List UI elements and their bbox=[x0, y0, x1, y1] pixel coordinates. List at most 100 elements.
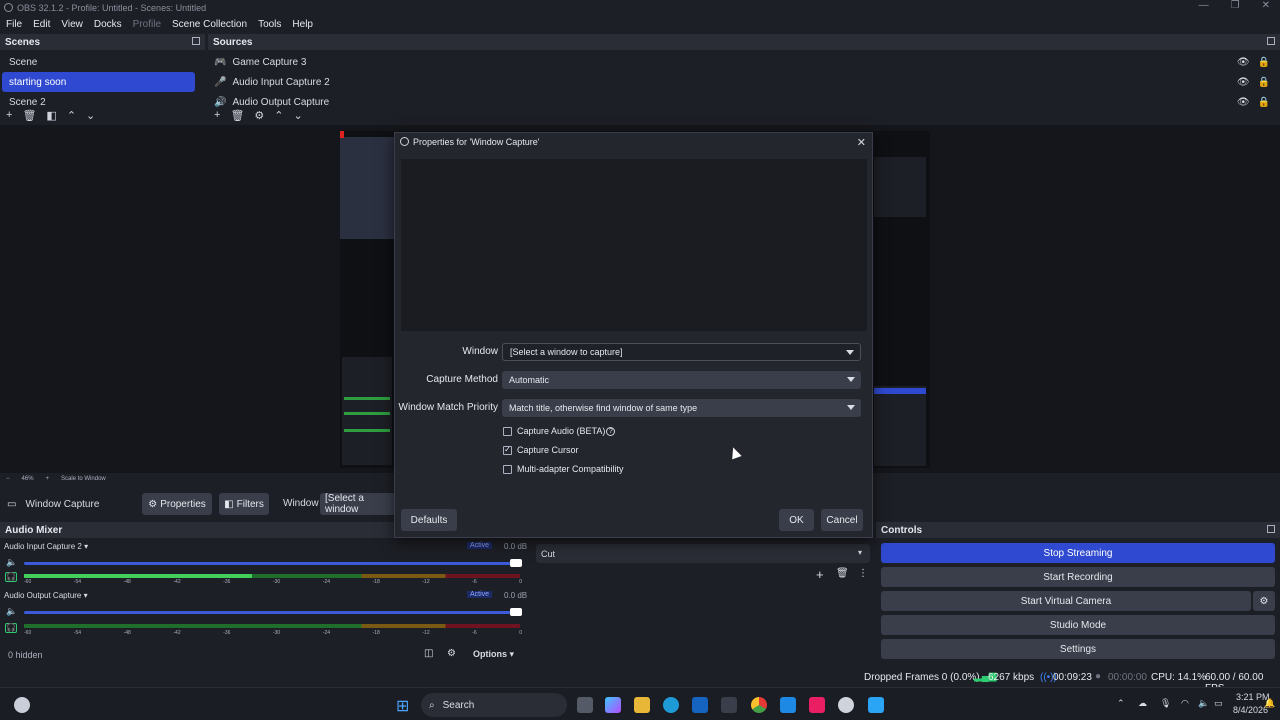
remove-transition-icon[interactable]: 🗑 bbox=[836, 568, 849, 579]
capture-method-select[interactable]: Automatic bbox=[502, 371, 861, 389]
lock-icon[interactable]: 🔒 bbox=[1258, 77, 1270, 88]
menu-view[interactable]: View bbox=[61, 19, 83, 30]
move-up-icon[interactable]: ⌃ bbox=[274, 109, 283, 122]
filters-button[interactable]: ◧ Filters bbox=[219, 493, 269, 515]
channel-name[interactable]: Audio Output Capture ▾ bbox=[4, 591, 88, 600]
volume-knob[interactable] bbox=[510, 559, 522, 567]
volume-slider[interactable] bbox=[24, 562, 520, 565]
maximize-icon[interactable]: ❐ bbox=[1231, 0, 1240, 11]
channel-name[interactable]: Audio Input Capture 2 ▾ bbox=[4, 542, 88, 551]
multi-adapter-checkbox[interactable]: Multi-adapter Compatibility bbox=[503, 464, 624, 474]
remove-source-icon[interactable]: 🗑 bbox=[230, 109, 244, 122]
zoom-in-icon[interactable]: + bbox=[46, 476, 50, 482]
start-recording-button[interactable]: Start Recording bbox=[881, 567, 1275, 587]
more-options-icon[interactable]: ⋮ bbox=[858, 568, 868, 579]
move-down-icon[interactable]: ⌄ bbox=[294, 109, 303, 122]
lock-icon[interactable]: 🔒 bbox=[1258, 57, 1270, 68]
cancel-button[interactable]: Cancel bbox=[821, 509, 863, 531]
move-down-icon[interactable]: ⌄ bbox=[86, 109, 95, 122]
scale-mode[interactable]: Scale to Window bbox=[61, 476, 106, 482]
menu-scene-collection[interactable]: Scene Collection bbox=[172, 19, 247, 30]
eye-icon[interactable]: 👁 bbox=[1237, 97, 1250, 108]
store-icon[interactable] bbox=[721, 697, 737, 713]
tiktok-icon[interactable] bbox=[809, 697, 825, 713]
capture-cursor-checkbox[interactable]: ✓ Capture Cursor bbox=[503, 445, 579, 455]
zoom-out-icon[interactable]: − bbox=[6, 476, 10, 482]
menu-file[interactable]: File bbox=[6, 19, 22, 30]
chevron-up-icon[interactable]: ⌃ bbox=[1117, 698, 1125, 709]
scene-filters-icon[interactable]: ◧ bbox=[46, 109, 56, 122]
obs-taskbar-icon[interactable] bbox=[838, 697, 854, 713]
app-f-icon[interactable] bbox=[868, 697, 884, 713]
properties-button[interactable]: ⚙ Properties bbox=[142, 493, 212, 515]
stop-streaming-button[interactable]: Stop Streaming bbox=[881, 543, 1275, 563]
source-item[interactable]: 🎮 Game Capture 3 👁 🔒 bbox=[208, 52, 1280, 72]
microphone-icon[interactable]: 🎙 bbox=[1160, 698, 1171, 709]
settings-button[interactable]: Settings bbox=[881, 639, 1275, 659]
transition-select[interactable]: Cut ▾ bbox=[536, 544, 870, 563]
task-view-icon[interactable] bbox=[577, 697, 593, 713]
menu-tools[interactable]: Tools bbox=[258, 19, 281, 30]
menu-help[interactable]: Help bbox=[292, 19, 313, 30]
headphones-icon[interactable]: 🎧 bbox=[5, 572, 17, 582]
notifications-icon[interactable]: 🔔 bbox=[1264, 698, 1275, 709]
options-button[interactable]: Options ▾ bbox=[473, 649, 514, 660]
scene-item[interactable]: Scene 2 bbox=[2, 92, 195, 108]
wifi-icon[interactable]: ◠ bbox=[1181, 698, 1189, 709]
volume-knob[interactable] bbox=[510, 608, 522, 616]
clock-date[interactable]: 8/4/2026 bbox=[1233, 705, 1268, 715]
add-scene-icon[interactable]: + bbox=[6, 109, 12, 121]
outlook-icon[interactable] bbox=[692, 697, 708, 713]
menu-edit[interactable]: Edit bbox=[33, 19, 50, 30]
file-explorer-icon[interactable] bbox=[634, 697, 650, 713]
close-icon[interactable]: ✕ bbox=[857, 136, 866, 149]
checkbox[interactable] bbox=[503, 464, 512, 474]
copilot-icon[interactable] bbox=[605, 697, 621, 713]
window-select[interactable]: [Select a window to capture] bbox=[502, 343, 861, 361]
ok-button[interactable]: OK bbox=[779, 509, 814, 531]
app-icon[interactable] bbox=[780, 697, 796, 713]
cloud-icon[interactable]: ☁ bbox=[1138, 698, 1147, 709]
menu-profile[interactable]: Profile bbox=[133, 19, 161, 30]
source-item[interactable]: 🔊 Audio Output Capture 👁 🔒 bbox=[208, 92, 1280, 108]
speaker-icon[interactable]: 🔈 bbox=[6, 557, 17, 568]
headphones-icon[interactable]: 🎧 bbox=[5, 623, 17, 633]
minimize-icon[interactable]: — bbox=[1199, 0, 1209, 11]
gear-icon[interactable]: ⚙ bbox=[254, 109, 264, 122]
virtual-camera-gear-icon[interactable]: ⚙ bbox=[1253, 591, 1275, 611]
undock-icon[interactable] bbox=[1267, 525, 1275, 533]
speaker-icon[interactable]: 🔈 bbox=[6, 606, 17, 617]
mixer-layout-icon[interactable]: ◫ bbox=[424, 648, 433, 659]
move-up-icon[interactable]: ⌃ bbox=[67, 109, 76, 122]
scene-item-selected[interactable]: starting soon bbox=[2, 72, 195, 92]
edge-icon[interactable] bbox=[663, 697, 679, 713]
chrome-icon[interactable] bbox=[751, 697, 767, 713]
window-select[interactable]: [Select a window bbox=[320, 493, 396, 515]
match-priority-select[interactable]: Match title, otherwise find window of sa… bbox=[502, 399, 861, 417]
add-transition-icon[interactable]: + bbox=[816, 567, 824, 582]
remove-scene-icon[interactable]: 🗑 bbox=[22, 109, 36, 122]
capture-audio-checkbox[interactable]: Capture Audio (BETA) ? bbox=[503, 426, 616, 436]
eye-icon[interactable]: 👁 bbox=[1237, 57, 1250, 68]
mixer-settings-icon[interactable]: ⚙ bbox=[447, 648, 456, 659]
volume-icon[interactable]: 🔈 bbox=[1198, 698, 1209, 709]
eye-icon[interactable]: 👁 bbox=[1237, 77, 1250, 88]
menu-docks[interactable]: Docks bbox=[94, 19, 122, 30]
scene-item[interactable]: Scene bbox=[2, 52, 195, 72]
undock-icon[interactable] bbox=[192, 37, 200, 45]
studio-mode-button[interactable]: Studio Mode bbox=[881, 615, 1275, 635]
start-virtual-camera-button[interactable]: Start Virtual Camera bbox=[881, 591, 1251, 611]
checkbox-checked[interactable]: ✓ bbox=[503, 445, 512, 455]
battery-icon[interactable]: ▭ bbox=[1214, 698, 1223, 709]
help-icon[interactable]: ? bbox=[606, 426, 616, 436]
add-source-icon[interactable]: + bbox=[214, 109, 220, 121]
widgets-icon[interactable] bbox=[14, 697, 30, 713]
windows-start-icon[interactable]: ⊞ bbox=[396, 696, 409, 716]
taskbar-search[interactable]: ⌕ Search bbox=[421, 693, 567, 717]
defaults-button[interactable]: Defaults bbox=[401, 509, 457, 531]
undock-icon[interactable] bbox=[1267, 37, 1275, 45]
source-item[interactable]: 🎤 Audio Input Capture 2 👁 🔒 bbox=[208, 72, 1280, 92]
lock-icon[interactable]: 🔒 bbox=[1258, 97, 1270, 108]
volume-slider[interactable] bbox=[24, 611, 520, 614]
close-icon[interactable]: ✕ bbox=[1262, 0, 1270, 11]
